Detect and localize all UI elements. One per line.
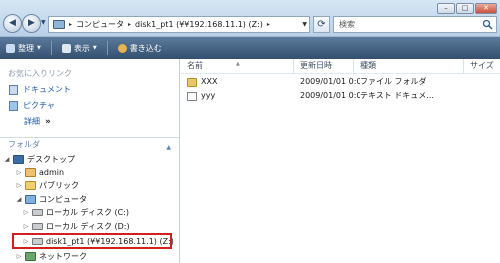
tree-item-desktop[interactable]: ◢ デスクトップ bbox=[4, 153, 75, 165]
refresh-button[interactable]: ⟳ bbox=[313, 16, 330, 33]
network-icon bbox=[25, 251, 36, 261]
column-header-label: サイズ bbox=[470, 61, 494, 70]
folders-header[interactable]: フォルダ ▲ bbox=[0, 137, 179, 151]
favorite-link-documents[interactable]: ドキュメント bbox=[9, 84, 71, 95]
forward-button[interactable]: ▶ bbox=[22, 14, 41, 33]
views-button[interactable]: 表示 ▼ bbox=[61, 40, 97, 56]
address-dropdown-icon[interactable]: ▼ bbox=[302, 21, 307, 28]
highlight-box bbox=[12, 233, 172, 249]
navigation-pane: お気に入りリンク ドキュメント ピクチャ 詳細 » フォルダ ▲ ◢ デスクトッ… bbox=[0, 59, 180, 263]
breadcrumb-separator-icon[interactable]: ▸ bbox=[128, 21, 131, 28]
collapsed-triangle-icon[interactable]: ▷ bbox=[23, 209, 29, 216]
minimize-button[interactable]: – bbox=[437, 3, 455, 14]
hard-disk-icon bbox=[32, 222, 43, 230]
collapsed-triangle-icon[interactable]: ▷ bbox=[16, 253, 22, 260]
tree-item-label: ローカル ディスク (C:) bbox=[46, 207, 130, 217]
tree-item-network[interactable]: ▷ ネットワーク bbox=[16, 250, 87, 262]
breadcrumb-drive[interactable]: disk1_pt1 (¥¥192.168.11.1) (Z:) bbox=[135, 20, 263, 29]
column-header-type[interactable]: 種類 bbox=[354, 59, 464, 74]
organize-icon bbox=[6, 43, 15, 53]
computer-icon bbox=[53, 20, 65, 29]
chevron-down-icon: ▼ bbox=[37, 45, 41, 51]
search-input[interactable]: 検索 bbox=[333, 16, 497, 33]
recent-pages-dropdown[interactable]: ▼ bbox=[41, 19, 46, 26]
tree-item-admin[interactable]: ▷ admin bbox=[16, 166, 64, 178]
burn-label: 書き込む bbox=[129, 43, 162, 53]
tree-item-label: ローカル ディスク (D:) bbox=[46, 221, 130, 231]
folders-label: フォルダ bbox=[8, 140, 40, 149]
expanded-triangle-icon[interactable]: ◢ bbox=[16, 196, 22, 203]
tree-item-local-disk-c[interactable]: ▷ ローカル ディスク (C:) bbox=[23, 206, 129, 218]
table-row[interactable]: XXX 2009/01/01 0:07 ファイル フォルダ bbox=[181, 76, 500, 88]
command-toolbar: 整理 ▼ 表示 ▼ 書き込む bbox=[0, 37, 500, 59]
text-file-icon bbox=[187, 92, 197, 101]
collapsed-triangle-icon[interactable]: ▷ bbox=[16, 182, 22, 189]
breadcrumb-separator-icon[interactable]: ▸ bbox=[69, 21, 72, 28]
column-header-label: 更新日時 bbox=[300, 61, 332, 70]
views-icon bbox=[61, 43, 71, 53]
more-label: 詳細 bbox=[24, 117, 40, 126]
file-modified: 2009/01/01 0:07 bbox=[300, 77, 360, 86]
favorite-link-pictures[interactable]: ピクチャ bbox=[9, 100, 55, 111]
address-bar: – □ ✕ ◀ ▶ ▼ ▸ コンピュータ ▸ disk1_pt1 (¥¥192.… bbox=[0, 0, 500, 37]
table-row[interactable]: yyy 2009/01/01 0:07 テキスト ドキュメ... bbox=[181, 90, 500, 102]
sort-ascending-icon: ▲ bbox=[236, 61, 240, 67]
column-header-label: 名前 bbox=[187, 61, 203, 70]
views-label: 表示 bbox=[73, 43, 90, 53]
chevron-up-icon[interactable]: ▲ bbox=[166, 141, 171, 155]
search-placeholder: 検索 bbox=[339, 20, 355, 29]
column-header-size[interactable]: サイズ bbox=[464, 59, 500, 74]
expanded-triangle-icon[interactable]: ◢ bbox=[4, 156, 10, 163]
window-controls: – □ ✕ bbox=[437, 3, 497, 14]
tree-item-label: コンピュータ bbox=[39, 194, 87, 204]
double-chevron-icon: » bbox=[45, 116, 51, 127]
tree-item-computer[interactable]: ◢ コンピュータ bbox=[16, 193, 87, 205]
hard-disk-icon bbox=[32, 208, 43, 216]
tree-item-label: ネットワーク bbox=[39, 251, 87, 261]
burn-button[interactable]: 書き込む bbox=[117, 40, 162, 56]
file-name: XXX bbox=[201, 77, 218, 86]
file-type: テキスト ドキュメ... bbox=[360, 91, 434, 100]
breadcrumb-separator-icon[interactable]: ▸ bbox=[267, 21, 270, 28]
tree-item-label: デスクトップ bbox=[27, 154, 75, 164]
pictures-icon bbox=[9, 100, 18, 111]
file-type: ファイル フォルダ bbox=[360, 77, 427, 86]
favorite-links-heading: お気に入りリンク bbox=[8, 69, 72, 78]
tree-item-label: admin bbox=[39, 167, 65, 177]
file-name: yyy bbox=[201, 91, 216, 100]
computer-icon bbox=[25, 194, 36, 204]
documents-icon bbox=[9, 84, 18, 95]
column-header-label: 種類 bbox=[360, 61, 376, 70]
tree-item-label: パブリック bbox=[39, 180, 79, 190]
desktop-icon bbox=[13, 154, 24, 164]
breadcrumb-computer[interactable]: コンピュータ bbox=[76, 19, 124, 30]
search-icon[interactable] bbox=[482, 19, 493, 30]
user-folder-icon bbox=[25, 167, 36, 177]
folder-icon bbox=[187, 78, 197, 87]
toolbar-divider bbox=[106, 41, 108, 55]
toolbar-divider bbox=[50, 41, 52, 55]
organize-button[interactable]: 整理 ▼ bbox=[6, 40, 41, 56]
column-header-modified[interactable]: 更新日時 bbox=[294, 59, 354, 74]
more-links[interactable]: 詳細 » bbox=[24, 116, 51, 127]
favorite-link-label: ドキュメント bbox=[23, 85, 71, 94]
close-button[interactable]: ✕ bbox=[475, 3, 497, 14]
burn-disc-icon bbox=[117, 43, 127, 53]
chevron-down-icon: ▼ bbox=[92, 45, 97, 51]
public-folder-icon bbox=[25, 180, 36, 190]
collapsed-triangle-icon[interactable]: ▷ bbox=[16, 169, 22, 176]
collapsed-triangle-icon[interactable]: ▷ bbox=[23, 223, 29, 230]
file-list: 名前 ▲ 更新日時 種類 サイズ XXX 2009/01/01 0:07 ファイ… bbox=[181, 59, 500, 263]
column-header-name[interactable]: 名前 ▲ bbox=[181, 59, 294, 74]
favorite-link-label: ピクチャ bbox=[23, 101, 55, 110]
tree-item-local-disk-d[interactable]: ▷ ローカル ディスク (D:) bbox=[23, 220, 130, 232]
breadcrumb[interactable]: ▸ コンピュータ ▸ disk1_pt1 (¥¥192.168.11.1) (Z… bbox=[48, 16, 310, 33]
back-button[interactable]: ◀ bbox=[3, 14, 22, 33]
organize-label: 整理 bbox=[18, 43, 34, 53]
tree-item-public[interactable]: ▷ パブリック bbox=[16, 179, 79, 191]
maximize-button[interactable]: □ bbox=[456, 3, 474, 14]
file-modified: 2009/01/01 0:07 bbox=[300, 91, 360, 100]
